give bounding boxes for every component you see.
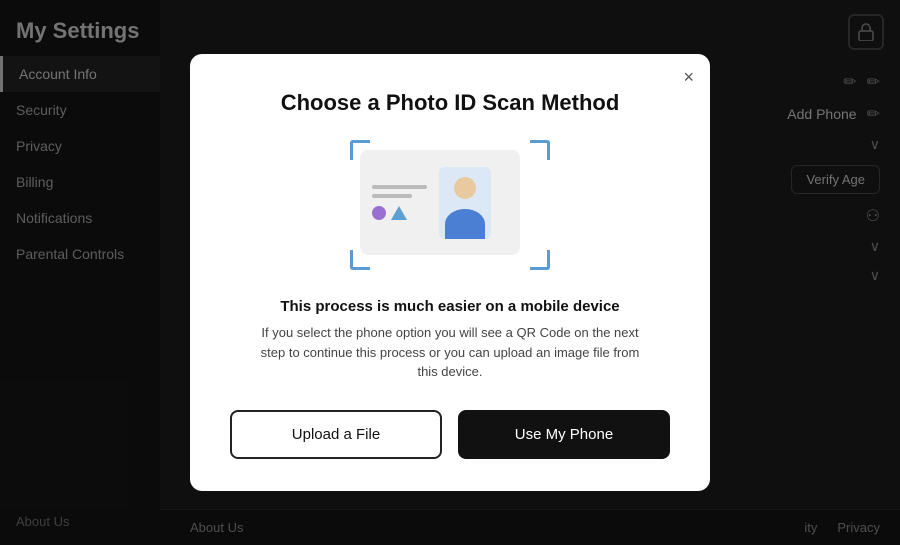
id-avatar bbox=[439, 167, 491, 239]
modal-hint-title: This process is much easier on a mobile … bbox=[280, 298, 619, 315]
id-line-1 bbox=[372, 185, 427, 189]
id-line-2 bbox=[372, 194, 412, 198]
id-lines bbox=[372, 185, 427, 198]
id-scan-illustration bbox=[350, 140, 550, 270]
id-person-head bbox=[454, 177, 476, 199]
upload-file-button[interactable]: Upload a File bbox=[230, 410, 442, 459]
id-card bbox=[360, 150, 520, 255]
modal: × Choose a Photo ID Scan Method bbox=[190, 54, 710, 491]
scan-corner-tr bbox=[530, 140, 550, 160]
modal-hint-body: If you select the phone option you will … bbox=[260, 323, 640, 382]
modal-close-button[interactable]: × bbox=[683, 68, 694, 86]
id-shape-triangle bbox=[391, 206, 407, 220]
id-card-left bbox=[372, 185, 427, 220]
modal-actions: Upload a File Use My Phone bbox=[230, 410, 670, 459]
modal-overlay[interactable]: × Choose a Photo ID Scan Method bbox=[0, 0, 900, 545]
id-shapes bbox=[372, 206, 427, 220]
modal-title: Choose a Photo ID Scan Method bbox=[281, 90, 620, 116]
scan-corner-br bbox=[530, 250, 550, 270]
use-phone-button[interactable]: Use My Phone bbox=[458, 410, 670, 459]
id-shape-circle bbox=[372, 206, 386, 220]
id-person-body bbox=[445, 209, 485, 239]
